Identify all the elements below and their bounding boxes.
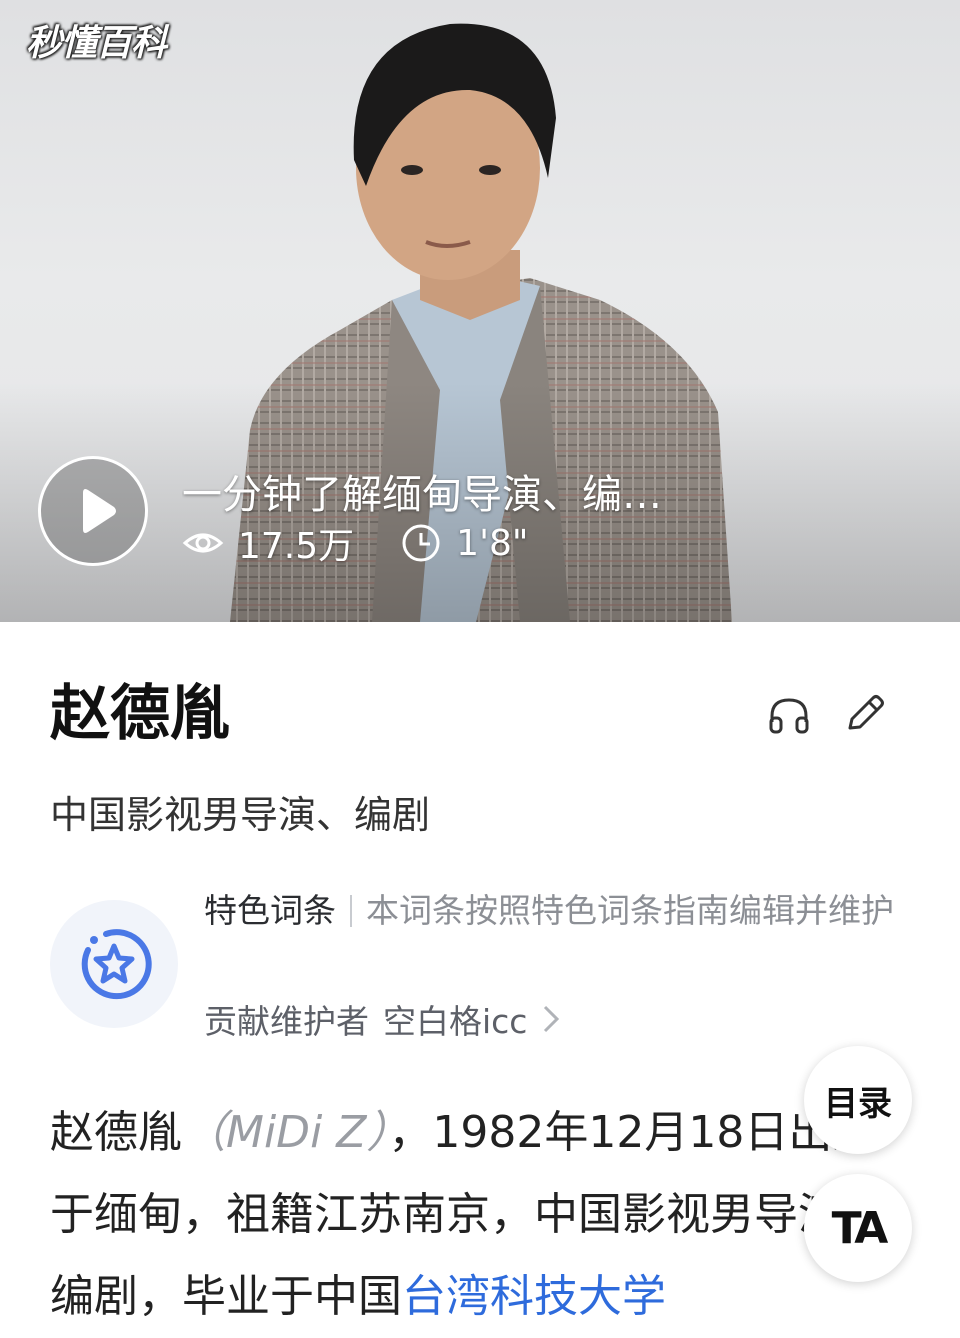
entry-subtitle: 中国影视男导演、编剧 [50,793,431,837]
entry-title: 赵德胤 [50,679,230,749]
divider [350,895,352,927]
miaodong-baike-logo: 秒懂百科 [26,23,167,64]
summary-name: 赵德胤 [50,1107,182,1158]
feature-label: 特色词条 [204,891,336,930]
entry-summary: 赵德胤（MiDi Z），1982年12月18日出生于缅甸，祖籍江苏南京，中国影视… [50,1092,920,1338]
chevron-right-icon [544,1005,560,1033]
university-link[interactable]: 台湾科技大学 [402,1271,666,1322]
headphones-icon[interactable] [766,692,812,738]
clock-icon [402,524,440,562]
view-count: 17.5万 [238,526,355,567]
contributor-name: 空白格icc [383,1002,528,1041]
toc-button[interactable]: 目录 [804,1046,912,1154]
eye-icon [182,533,224,553]
star-badge-icon [81,929,152,1000]
feature-description: 特色词条 本词条按照特色词条指南编辑并维护 [204,884,904,938]
video-stats: 17.5万 1'8" [182,520,529,567]
play-button[interactable] [38,456,148,566]
video-title[interactable]: 一分钟了解缅甸导演、编… [182,462,802,520]
video-player[interactable]: 秒懂百科 一分钟了解缅甸导演、编… 17.5万 1'8" [0,0,960,622]
summary-english-name: （MiDi Z） [182,1107,389,1158]
video-duration: 1'8" [456,522,529,564]
entry-card: 赵德胤 中国影视男导演、编剧 特色词条 本词条按照特色词条指南编辑并维护 贡献维护… [0,622,960,1322]
play-icon [83,489,116,533]
contributor-link[interactable]: 贡献维护者 空白格icc [204,994,561,1044]
contributor-label: 贡献维护者 [204,1002,369,1041]
pencil-icon[interactable] [840,690,888,738]
feature-badge [50,900,178,1028]
feature-text: 本词条按照特色词条指南编辑并维护 [366,891,894,930]
font-size-button[interactable]: TA [804,1174,912,1282]
